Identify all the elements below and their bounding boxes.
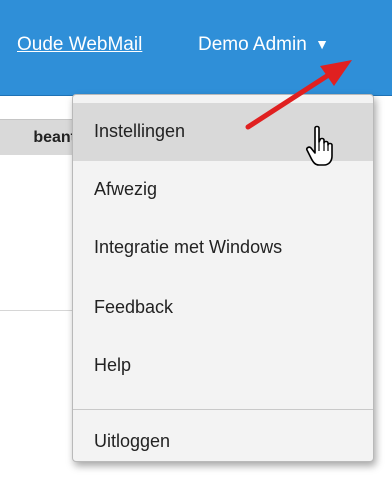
menu-separator <box>73 409 373 410</box>
user-menu-trigger[interactable]: Demo Admin ▼ <box>198 34 329 56</box>
menu-item-label: Instellingen <box>94 121 186 141</box>
menu-item-label: Feedback <box>94 297 174 317</box>
menu-item-label: Uitloggen <box>94 431 171 451</box>
menu-item-uitloggen[interactable]: Uitloggen <box>73 413 373 461</box>
menu-item-feedback[interactable]: Feedback <box>73 279 373 337</box>
user-dropdown-menu: Instellingen Afwezig Integratie met Wind… <box>72 94 374 462</box>
menu-item-instellingen[interactable]: Instellingen <box>73 103 373 161</box>
menu-item-label: Afwezig <box>94 179 158 199</box>
menu-item-afwezig[interactable]: Afwezig <box>73 161 373 219</box>
column-header-label: beant <box>33 129 76 146</box>
menu-item-label: Integratie met Windows <box>94 237 283 257</box>
top-header-bar: Oude WebMail Demo Admin ▼ <box>0 0 392 96</box>
chevron-down-icon: ▼ <box>315 36 329 52</box>
column-header: beant <box>0 119 80 157</box>
page: Oude WebMail Demo Admin ▼ beant Instelli… <box>0 0 392 488</box>
old-webmail-link[interactable]: Oude WebMail <box>17 34 142 56</box>
content-area <box>0 155 80 311</box>
menu-item-help[interactable]: Help <box>73 337 373 395</box>
menu-item-label: Help <box>94 355 132 375</box>
menu-item-integratie-met-windows[interactable]: Integratie met Windows <box>73 219 373 277</box>
user-name-label: Demo Admin <box>198 34 307 55</box>
